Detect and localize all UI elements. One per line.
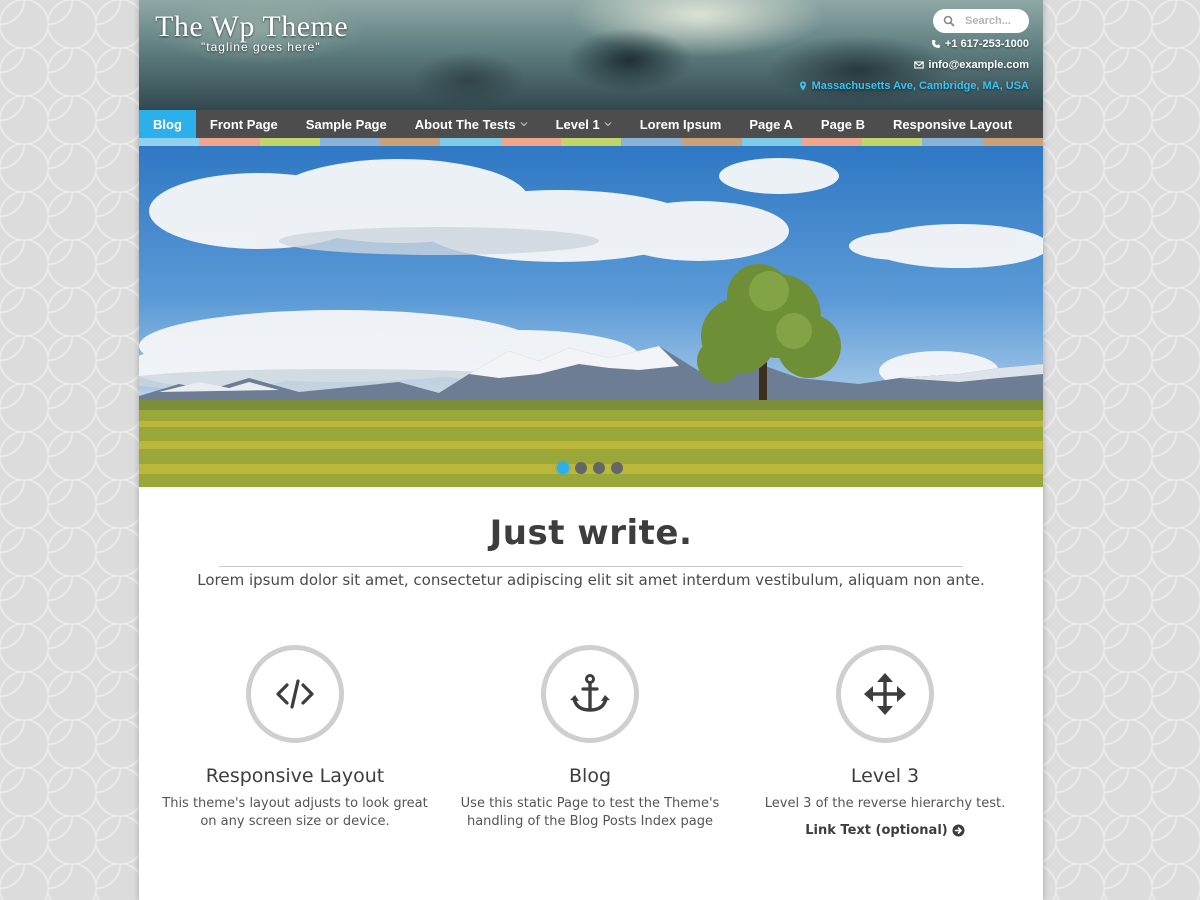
- address-text: Massachusetts Ave, Cambridge, MA, USA: [811, 80, 1029, 92]
- main-nav: Blog Front Page Sample Page About The Te…: [139, 110, 1043, 138]
- search-box[interactable]: [933, 9, 1031, 33]
- divider: [219, 566, 963, 567]
- color-stripe: [560, 138, 622, 146]
- nav-item-label: About The Tests: [414, 116, 516, 132]
- color-stripe: [139, 138, 200, 146]
- nav-item-level-1[interactable]: Level 1: [542, 110, 626, 138]
- color-stripe: [259, 138, 320, 146]
- intro-text: Lorem ipsum dolor sit amet, consectetur …: [197, 571, 985, 589]
- nav-item-page-b[interactable]: Page B: [807, 110, 879, 138]
- nav-item-sample-page[interactable]: Sample Page: [292, 110, 401, 138]
- feature-icon-circle: [246, 645, 344, 743]
- hero-slider[interactable]: [139, 146, 1043, 487]
- feature-link-label: Link Text (optional): [805, 823, 948, 838]
- color-stripe: [380, 138, 441, 146]
- code-icon: [276, 679, 314, 709]
- nav-item-front-page[interactable]: Front Page: [196, 110, 292, 138]
- search-icon: [943, 15, 955, 27]
- color-stripe: [922, 138, 983, 146]
- feature-text: This theme's layout adjusts to look grea…: [162, 796, 428, 829]
- hero-image: [139, 158, 1043, 487]
- map-marker-icon: [799, 81, 806, 91]
- feature-text: Level 3 of the reverse hierarchy test.: [764, 796, 1006, 811]
- page-title: Just write.: [489, 513, 693, 553]
- color-stripe: [862, 138, 923, 146]
- feature-link[interactable]: Link Text (optional): [805, 823, 965, 838]
- arrow-circle-right-icon: [952, 824, 965, 837]
- nav-item-label: Level 1: [555, 116, 600, 132]
- intro-section: Just write. Lorem ipsum dolor sit amet, …: [139, 487, 1043, 589]
- envelope-icon: [914, 61, 925, 69]
- color-stripe: [199, 138, 260, 146]
- slider-dot[interactable]: [593, 462, 605, 474]
- contact-email[interactable]: info@example.com: [914, 59, 1029, 71]
- slider-dot[interactable]: [575, 462, 587, 474]
- color-stripe-bar: [139, 138, 1043, 146]
- nav-item-label: Front Page: [209, 116, 278, 132]
- site-header: The Wp Theme "tagline goes here" +1 617-…: [139, 0, 1043, 110]
- anchor-icon: [570, 674, 610, 712]
- nav-item-blog[interactable]: Blog: [139, 110, 196, 138]
- contact-address[interactable]: Massachusetts Ave, Cambridge, MA, USA: [798, 80, 1029, 92]
- nav-item-label: Responsive Layout: [893, 116, 1013, 132]
- feature-icon-circle: [541, 645, 639, 743]
- contact-phone[interactable]: +1 617-253-1000: [931, 38, 1029, 50]
- color-stripe: [621, 138, 682, 146]
- nav-item-label: Page B: [820, 116, 865, 132]
- nav-item-lorem-ipsum[interactable]: Lorem Ipsum: [626, 110, 736, 138]
- color-stripe: [681, 138, 742, 146]
- nav-item-about-the-tests[interactable]: About The Tests: [401, 110, 542, 138]
- color-stripe: [319, 138, 381, 146]
- feature-blog: Blog Use this static Page to test the Th…: [440, 645, 740, 831]
- email-address: info@example.com: [928, 59, 1029, 71]
- color-stripe: [801, 138, 863, 146]
- site-tagline: "tagline goes here": [201, 40, 321, 54]
- color-stripe: [440, 138, 501, 146]
- slider-dot[interactable]: [611, 462, 623, 474]
- nav-item-label: Blog: [153, 116, 182, 132]
- phone-number: +1 617-253-1000: [944, 38, 1029, 50]
- feature-level-3: Level 3 Level 3 of the reverse hierarchy…: [735, 645, 1035, 839]
- nav-item-page-a[interactable]: Page A: [735, 110, 807, 138]
- feature-responsive-layout: Responsive Layout This theme's layout ad…: [145, 645, 445, 831]
- chevron-down-icon: [520, 122, 528, 127]
- nav-item-label: Page A: [749, 116, 793, 132]
- nav-item-label: Sample Page: [305, 116, 387, 132]
- search-input[interactable]: [963, 14, 1031, 28]
- color-stripe: [982, 138, 1043, 146]
- feature-text: Use this static Page to test the Theme's…: [460, 796, 720, 829]
- slider-dot[interactable]: [557, 462, 569, 474]
- page-wrapper: The Wp Theme "tagline goes here" +1 617-…: [139, 0, 1043, 900]
- feature-icon-circle: [836, 645, 934, 743]
- slider-pagination: [557, 462, 623, 474]
- feature-title: Responsive Layout: [205, 765, 385, 787]
- nav-item-responsive-layout[interactable]: Responsive Layout: [879, 110, 1026, 138]
- arrows-move-icon: [864, 673, 906, 715]
- site-logo[interactable]: The Wp Theme: [155, 10, 348, 44]
- chevron-down-icon: [604, 122, 612, 127]
- nav-item-label: Lorem Ipsum: [639, 116, 722, 132]
- feature-title: Blog: [569, 765, 611, 787]
- color-stripe: [741, 138, 802, 146]
- color-stripe: [500, 138, 561, 146]
- phone-icon: [931, 40, 940, 48]
- feature-title: Level 3: [850, 765, 920, 787]
